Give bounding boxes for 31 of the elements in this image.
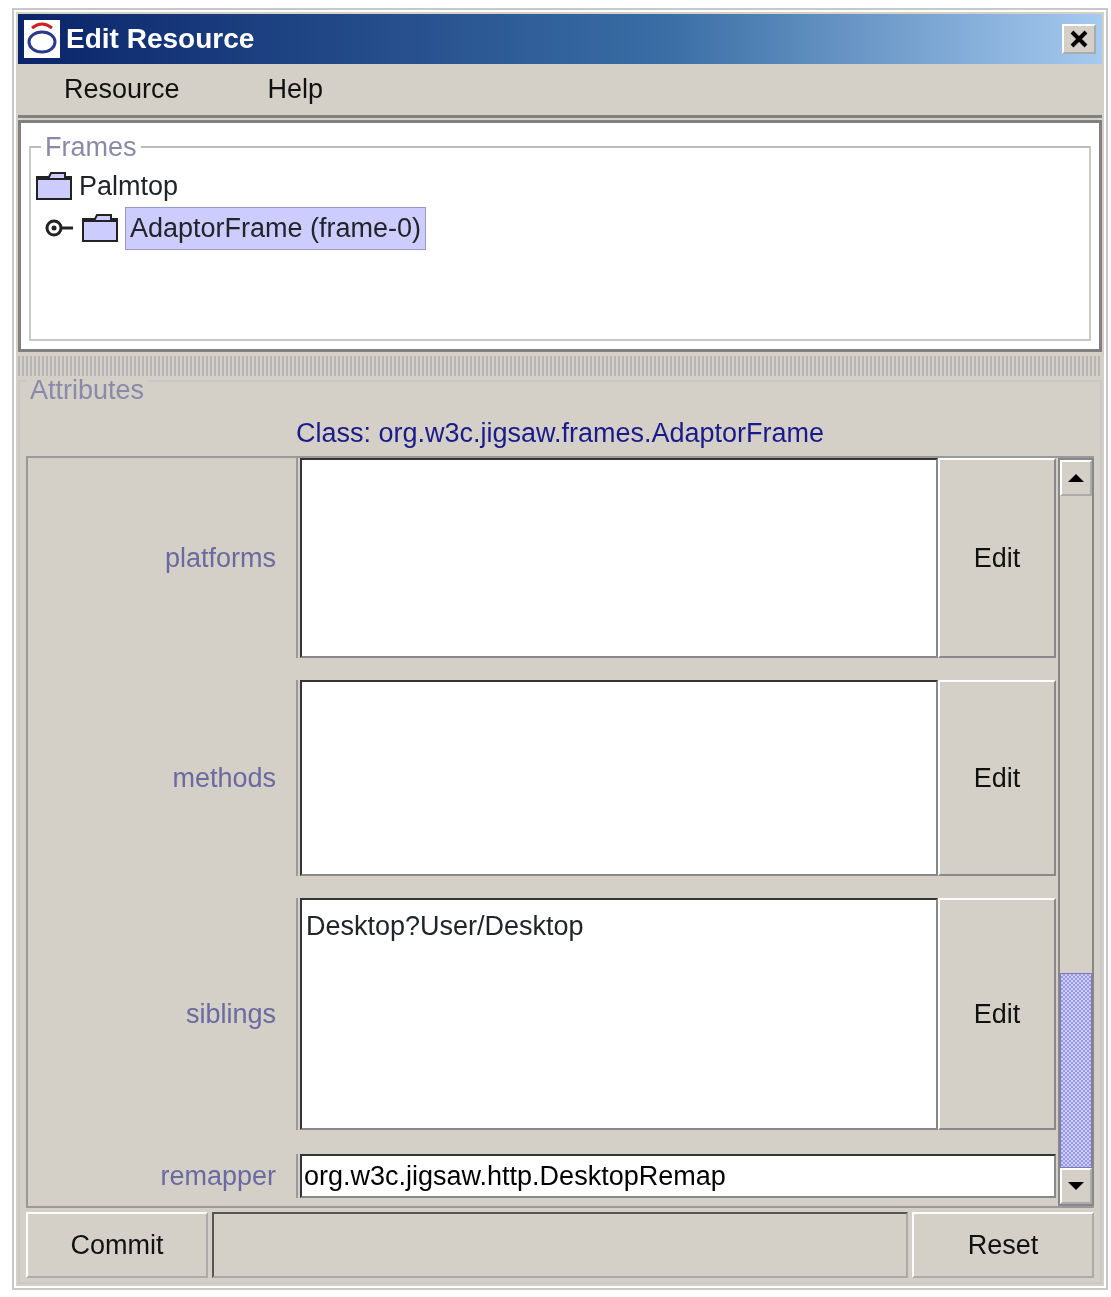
attribute-label: siblings bbox=[185, 998, 276, 1032]
attribute-label: platforms bbox=[164, 542, 276, 576]
folder-icon bbox=[35, 171, 73, 202]
close-icon bbox=[1069, 29, 1089, 49]
attribute-label: remapper bbox=[160, 1160, 276, 1194]
menu-item[interactable]: Resource bbox=[64, 69, 180, 110]
text-field[interactable]: org.w3c.jigsaw.http.DesktopRemap bbox=[300, 1154, 1056, 1199]
app-logo-icon bbox=[24, 20, 60, 58]
close-button[interactable] bbox=[1062, 24, 1096, 54]
class-label: Class: org.w3c.jigsaw.frames.AdaptorFrame bbox=[294, 417, 826, 451]
edit-button[interactable]: Edit bbox=[938, 898, 1056, 1131]
list-field[interactable] bbox=[300, 458, 938, 659]
folder-icon bbox=[81, 213, 119, 244]
scroll-up-button[interactable] bbox=[1060, 460, 1092, 497]
scroll-down-button[interactable] bbox=[1060, 1168, 1092, 1204]
tree-handle-icon[interactable] bbox=[45, 218, 75, 239]
edit-button[interactable]: Edit bbox=[938, 458, 1056, 659]
up-arrow-icon bbox=[1067, 473, 1085, 484]
edit-button[interactable]: Edit bbox=[938, 680, 1056, 877]
tree-item[interactable]: AdaptorFrame (frame-0) bbox=[125, 207, 427, 250]
scroll-thumb[interactable] bbox=[1060, 973, 1092, 1168]
list-field[interactable] bbox=[300, 680, 938, 877]
down-arrow-icon bbox=[1067, 1181, 1085, 1191]
list-field[interactable]: Desktop?User/Desktop bbox=[300, 898, 938, 1131]
attribute-label: methods bbox=[172, 762, 276, 796]
menu-item[interactable]: Help bbox=[267, 69, 324, 110]
window-title: Edit Resource bbox=[66, 22, 255, 56]
reset-button[interactable]: Reset bbox=[912, 1212, 1094, 1278]
tree-item[interactable]: Palmtop bbox=[79, 166, 179, 207]
group-title: Frames bbox=[44, 131, 138, 164]
commit-button[interactable]: Commit bbox=[26, 1212, 208, 1278]
